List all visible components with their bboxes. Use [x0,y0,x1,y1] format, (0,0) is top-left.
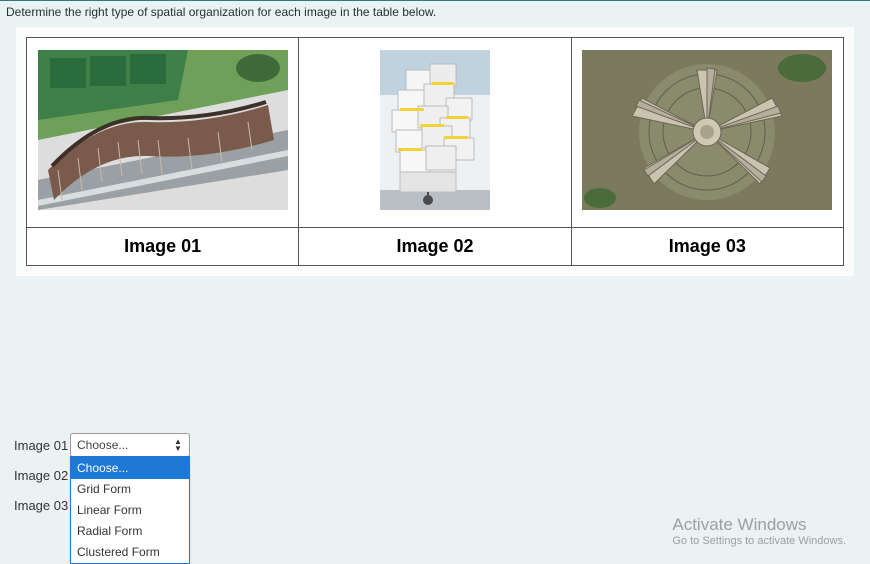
windows-activation-watermark: Activate Windows Go to Settings to activ… [672,515,846,547]
caption-01: Image 01 [27,228,299,266]
caption-row: Image 01 Image 02 Image 03 [27,228,844,266]
watermark-line2: Go to Settings to activate Windows. [672,535,846,547]
image-cell-03 [571,38,843,228]
dropdown-option-clustered-form[interactable]: Clustered Form [71,542,189,563]
answer-label-02: Image 02 [14,468,70,483]
dropdown-option-linear-form[interactable]: Linear Form [71,500,189,521]
dropdown-option-choose[interactable]: Choose... [71,458,189,479]
image-table: Image 01 Image 02 Image 03 [26,37,844,266]
image-row [27,38,844,228]
watermark-line1: Activate Windows [672,515,846,535]
select-image-01[interactable]: Choose... ▲▼ [70,433,190,457]
answer-label-03: Image 03 [14,498,70,513]
image-02 [380,50,490,210]
image-cell-01 [27,38,299,228]
select-image-01-value: Choose... [77,438,128,452]
dropdown-option-radial-form[interactable]: Radial Form [71,521,189,542]
image-cell-02 [299,38,571,228]
dropdown-option-grid-form[interactable]: Grid Form [71,479,189,500]
image-03 [582,50,832,210]
select-arrows-icon: ▲▼ [171,434,185,456]
image-01 [38,50,288,210]
top-divider [0,0,870,1]
caption-03: Image 03 [571,228,843,266]
caption-02: Image 02 [299,228,571,266]
question-prompt: Determine the right type of spatial orga… [0,3,870,27]
answer-label-01: Image 01 [14,438,70,453]
image-table-container: Image 01 Image 02 Image 03 [16,27,854,276]
select-image-02-dropdown[interactable]: Choose... Grid Form Linear Form Radial F… [70,456,190,564]
